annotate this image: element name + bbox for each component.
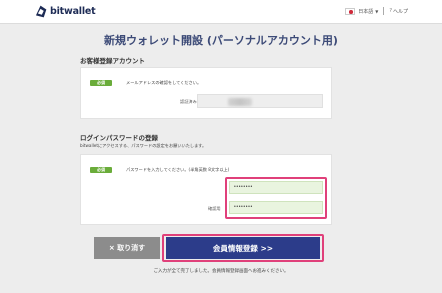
confirm-password-label: 確認用 [208, 206, 221, 211]
japan-flag-icon [345, 7, 356, 15]
cancel-button[interactable]: × 取り消す [94, 237, 160, 259]
confirm-password-input[interactable] [229, 201, 323, 214]
required-badge: 必須 [90, 167, 112, 173]
password-section-title: ログインパスワードの登録 [80, 134, 158, 142]
blurred-email [228, 98, 252, 106]
help-link[interactable]: ヘルプ [393, 8, 408, 15]
password-description: bitwalletにアクセスする、パスワードの設定をお願いいたします。 [80, 143, 207, 148]
bitwallet-logo[interactable]: bitwallet [34, 5, 96, 18]
email-instruction: メールアドレスの確認をしてください。 [126, 80, 202, 85]
required-badge: 必須 [90, 80, 112, 86]
completion-note: ご入力が全て完了しました。会員情報登録画面へお進みください。 [153, 269, 289, 274]
bitwallet-logo-icon [35, 5, 47, 18]
help-icon: ? [389, 8, 392, 14]
header-divider [383, 7, 385, 15]
register-member-info-button[interactable]: 会員情報登録 >> [166, 237, 320, 259]
customer-account-panel: 必須 メールアドレスの確認をしてください。 認証済みメールアドレス： [80, 67, 332, 119]
password-instruction: パスワードを入力してください。(半角英数 8文字以上) [126, 167, 230, 172]
brand-name: bitwallet [50, 6, 96, 17]
page-title: 新規ウォレット開設 (パーソナルアカウント用) [104, 34, 338, 47]
chevron-down-icon: ▼ [375, 8, 379, 14]
language-selector[interactable]: 日本語 [358, 8, 373, 15]
customer-section-title: お客様登録アカウント [80, 57, 145, 65]
password-input[interactable] [229, 181, 323, 194]
top-header: bitwallet 日本語 ▼ ? ヘルプ [0, 0, 442, 24]
verified-email-value [197, 94, 323, 108]
header-menu: 日本語 ▼ ? ヘルプ [345, 7, 408, 15]
